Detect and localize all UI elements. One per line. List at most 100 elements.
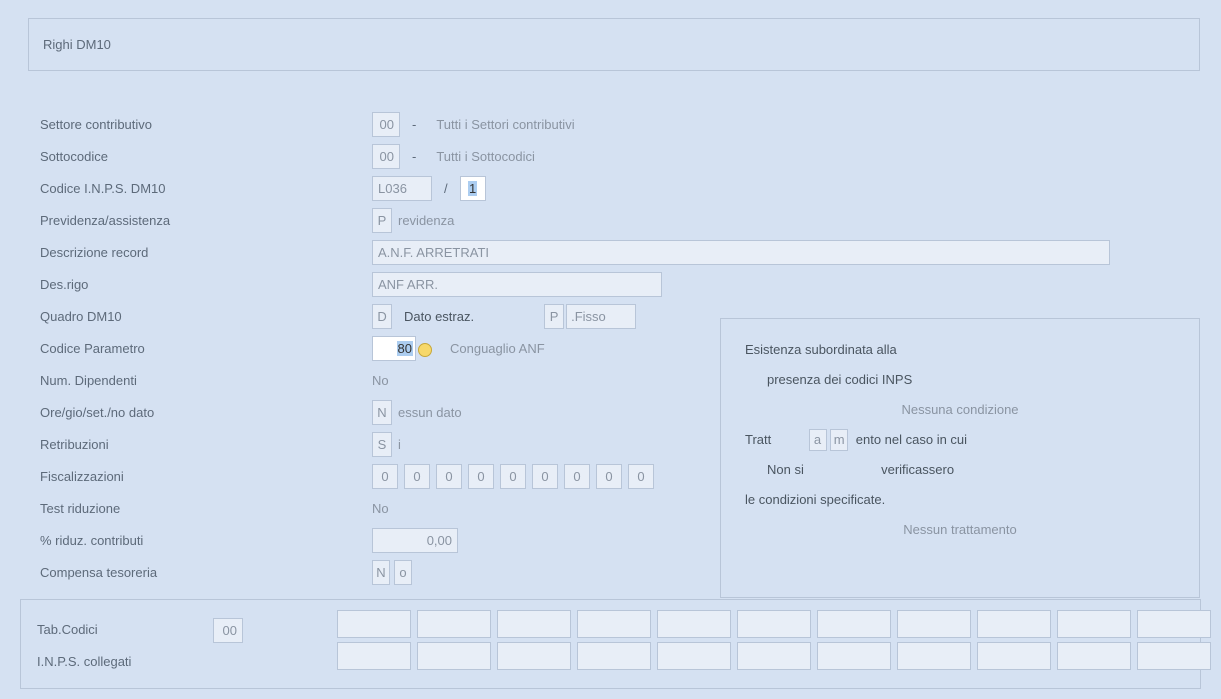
bot-2-6[interactable] (737, 642, 811, 670)
side-m[interactable]: m (830, 429, 848, 451)
dash-sep: - (404, 117, 424, 132)
label-fisc: Fiscalizzazioni (40, 469, 372, 484)
label-prev: Previdenza/assistenza (40, 213, 372, 228)
dash-sep: - (404, 149, 424, 164)
bottom-panel: Tab.Codici I.N.P.S. collegati (20, 599, 1201, 689)
fisc-0[interactable]: 0 (372, 464, 398, 489)
inps-input[interactable] (372, 176, 432, 201)
main-panel: Righi DM10 (28, 18, 1200, 71)
label-param: Codice Parametro (40, 341, 372, 356)
bot-2-8[interactable] (897, 642, 971, 670)
label-desrigo: Des.rigo (40, 277, 372, 292)
ore-desc: essun dato (396, 405, 462, 420)
label-descrec: Descrizione record (40, 245, 372, 260)
fisc-4[interactable]: 0 (500, 464, 526, 489)
compensa-suffix[interactable]: o (394, 560, 412, 585)
label-quadro: Quadro DM10 (40, 309, 372, 324)
row-inps: Codice I.N.P.S. DM10 / 1 (40, 172, 1200, 204)
descrec-input[interactable] (372, 240, 1110, 265)
fisc-2[interactable]: 0 (436, 464, 462, 489)
retrib-desc: i (396, 437, 401, 452)
label-testrid: Test riduzione (40, 501, 372, 516)
label-retrib: Retribuzioni (40, 437, 372, 452)
bot-2-7[interactable] (817, 642, 891, 670)
row-settore: Settore contributivo - Tutti i Settori c… (40, 108, 1200, 140)
side-l3: Nessuna condizione (745, 395, 1175, 425)
row-desrigo: Des.rigo (40, 268, 1200, 300)
bot-1-7[interactable] (817, 610, 891, 638)
quadro-fisso[interactable]: .Fisso (566, 304, 636, 329)
pctrid-input[interactable] (372, 528, 458, 553)
sotto-input[interactable] (372, 144, 400, 169)
param-input[interactable]: 80 (372, 336, 416, 361)
bottom-tab-label: Tab.Codici (37, 622, 98, 637)
side-l1: Esistenza subordinata alla (745, 335, 1175, 365)
prev-prefix[interactable]: P (372, 208, 392, 233)
label-settore: Settore contributivo (40, 117, 372, 132)
bot-1-8[interactable] (897, 610, 971, 638)
slash-sep: / (436, 181, 456, 196)
compensa-prefix[interactable]: N (372, 560, 390, 585)
quadro-prefix[interactable]: D (372, 304, 392, 329)
side-l2: presenza dei codici INPS (745, 365, 1175, 395)
bot-2-5[interactable] (657, 642, 731, 670)
bot-2-3[interactable] (497, 642, 571, 670)
side-l4: Tratt a m ento nel caso in cui (745, 425, 1175, 455)
label-sotto: Sottocodice (40, 149, 372, 164)
bot-1-2[interactable] (417, 610, 491, 638)
help-icon[interactable] (418, 343, 432, 357)
bottom-inputs (337, 610, 1211, 670)
bot-2-1[interactable] (337, 642, 411, 670)
fisc-1[interactable]: 0 (404, 464, 430, 489)
bot-2-2[interactable] (417, 642, 491, 670)
quadro-mid: Dato estraz. (392, 309, 474, 324)
bot-1-3[interactable] (497, 610, 571, 638)
sotto-desc: Tutti i Sottocodici (428, 149, 535, 164)
label-pctrid: % riduz. contributi (40, 533, 372, 548)
desrigo-input[interactable] (372, 272, 662, 297)
bot-2-10[interactable] (1057, 642, 1131, 670)
bot-row-1 (337, 610, 1211, 638)
param-desc: Conguaglio ANF (436, 341, 545, 356)
bot-2-11[interactable] (1137, 642, 1211, 670)
settore-input[interactable] (372, 112, 400, 137)
bottom-inps-label: I.N.P.S. collegati (37, 654, 131, 669)
bot-1-11[interactable] (1137, 610, 1211, 638)
bottom-tab-value[interactable] (213, 618, 243, 643)
numdip-value: No (372, 373, 389, 388)
bot-2-9[interactable] (977, 642, 1051, 670)
inps-suffix[interactable]: 1 (460, 176, 486, 201)
retrib-prefix[interactable]: S (372, 432, 392, 457)
side-l6: le condizioni specificate. (745, 485, 1175, 515)
bot-1-4[interactable] (577, 610, 651, 638)
label-inps: Codice I.N.P.S. DM10 (40, 181, 372, 196)
fisc-5[interactable]: 0 (532, 464, 558, 489)
side-a[interactable]: a (809, 429, 827, 451)
fisc-8[interactable]: 0 (628, 464, 654, 489)
fisc-group: 0 0 0 0 0 0 0 0 0 (372, 464, 654, 489)
side-l7: Nessun trattamento (745, 515, 1175, 545)
row-sotto: Sottocodice - Tutti i Sottocodici (40, 140, 1200, 172)
bot-1-9[interactable] (977, 610, 1051, 638)
label-numdip: Num. Dipendenti (40, 373, 372, 388)
ore-prefix[interactable]: N (372, 400, 392, 425)
panel-title: Righi DM10 (29, 19, 1199, 70)
quadro-p[interactable]: P (544, 304, 564, 329)
bot-1-6[interactable] (737, 610, 811, 638)
fisc-7[interactable]: 0 (596, 464, 622, 489)
bot-row-2 (337, 642, 1211, 670)
bot-1-1[interactable] (337, 610, 411, 638)
row-prev: Previdenza/assistenza P revidenza (40, 204, 1200, 236)
bot-1-10[interactable] (1057, 610, 1131, 638)
bot-1-5[interactable] (657, 610, 731, 638)
label-compensa: Compensa tesoreria (40, 565, 372, 580)
row-descrec: Descrizione record (40, 236, 1200, 268)
fisc-3[interactable]: 0 (468, 464, 494, 489)
testrid-value: No (372, 501, 389, 516)
side-box: Esistenza subordinata alla presenza dei … (720, 318, 1200, 598)
settore-desc: Tutti i Settori contributivi (428, 117, 574, 132)
bot-2-4[interactable] (577, 642, 651, 670)
side-l5: Non si verificassero (745, 455, 1175, 485)
fisc-6[interactable]: 0 (564, 464, 590, 489)
label-ore: Ore/gio/set./no dato (40, 405, 372, 420)
